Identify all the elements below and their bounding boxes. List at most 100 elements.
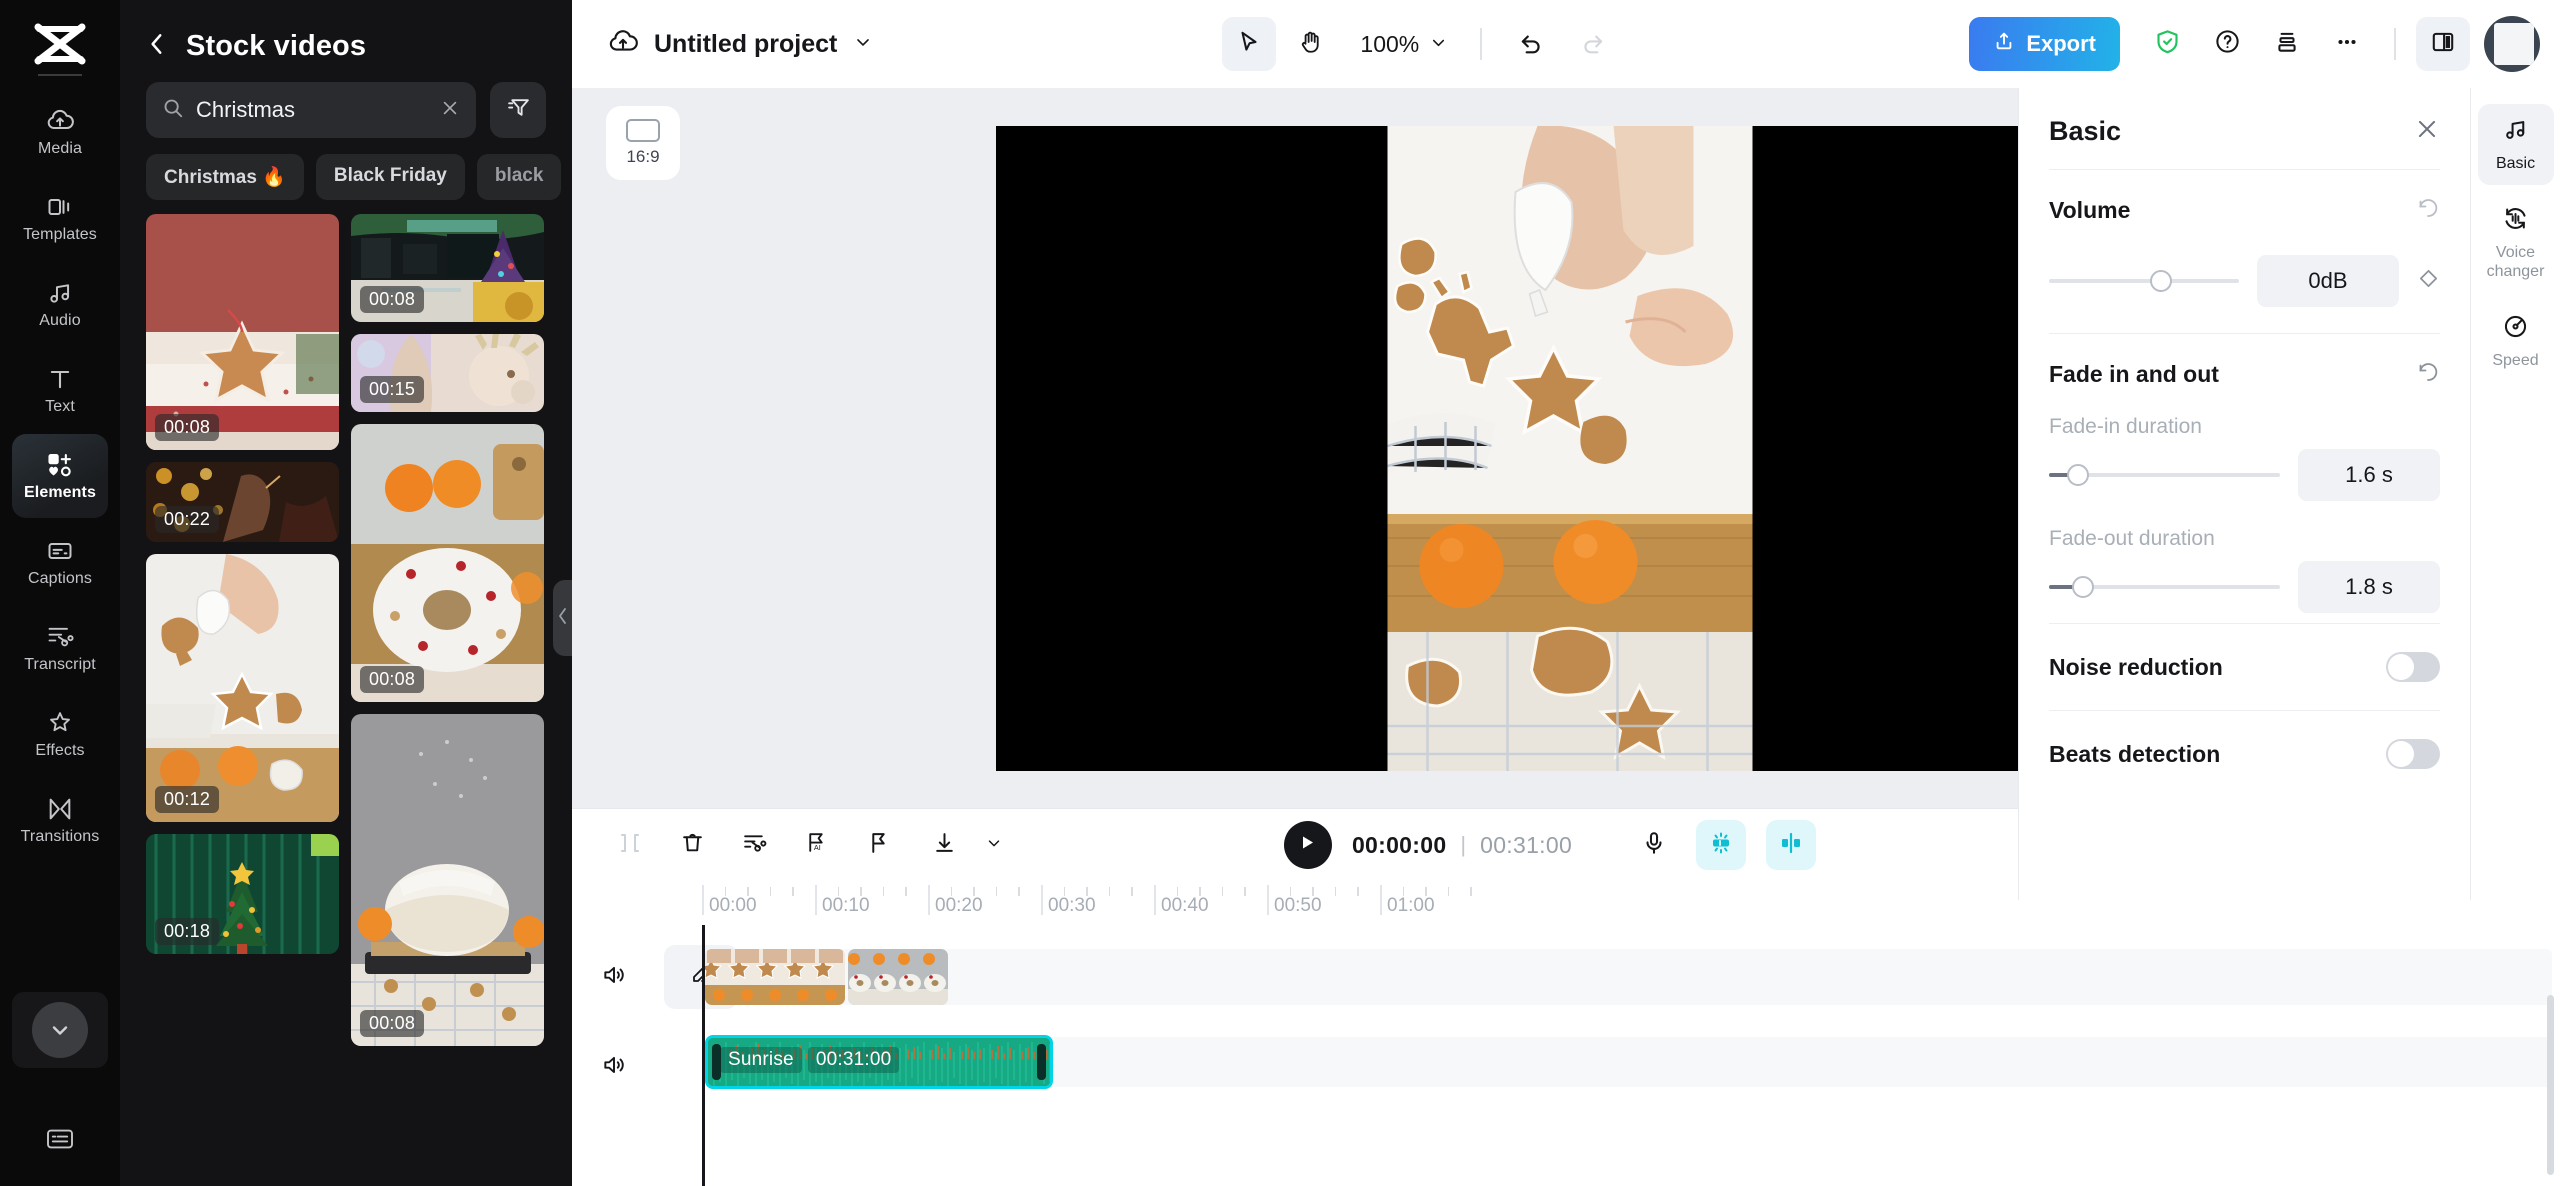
sidebar-item-effects[interactable]: Effects — [12, 692, 108, 776]
noise-reduction-toggle[interactable] — [2386, 652, 2440, 682]
volume-slider[interactable] — [2049, 270, 2239, 292]
sidebar-item-transcript[interactable]: Transcript — [12, 606, 108, 690]
stock-video-item[interactable]: 00:08 — [351, 214, 544, 322]
stock-video-item[interactable]: 00:18 — [146, 834, 339, 954]
timeline-tools: AI — [608, 823, 1016, 867]
timecode-display[interactable]: 00:00:00 | 00:31:00 — [1352, 832, 1572, 859]
aspect-ratio-badge[interactable]: 16:9 — [606, 106, 680, 180]
stock-video-item[interactable]: 00:12 — [146, 554, 339, 822]
track-mute-button[interactable] — [572, 962, 656, 993]
stock-video-item[interactable]: 00:15 — [351, 334, 544, 412]
panel-header: Stock videos — [120, 0, 572, 68]
beats-detection-toggle[interactable] — [2386, 739, 2440, 769]
sidebar-item-audio[interactable]: Audio — [12, 262, 108, 346]
more-options-button[interactable] — [2320, 17, 2374, 71]
chevron-down-icon[interactable] — [853, 32, 873, 57]
ai-marker-button[interactable]: AI — [794, 823, 838, 867]
hand-icon — [1298, 29, 1324, 60]
preview-canvas[interactable] — [996, 125, 2144, 771]
stock-video-item[interactable]: 00:08 — [146, 214, 339, 450]
filter-button[interactable] — [490, 82, 546, 138]
keyboard-shortcuts-button[interactable] — [0, 1127, 120, 1156]
redo-button[interactable] — [1566, 17, 1620, 71]
sidebar-item-transitions[interactable]: Transitions — [12, 778, 108, 862]
tab-speed[interactable]: Speed — [2478, 301, 2554, 382]
audio-clip[interactable]: Sunrise 00:31:00 — [705, 1035, 1053, 1089]
help-button[interactable] — [2200, 17, 2254, 71]
search-tag-chips: Christmas 🔥 Black Friday black — [120, 138, 572, 200]
zoom-level-select[interactable]: 100% — [1346, 31, 1458, 58]
cloud-upload-icon[interactable] — [608, 27, 638, 62]
stock-video-item[interactable]: 00:08 — [351, 714, 544, 1046]
keyframe-diamond-icon[interactable] — [2417, 267, 2440, 295]
back-chevron-icon[interactable] — [146, 31, 168, 62]
fade-in-slider[interactable] — [2049, 464, 2280, 486]
user-avatar[interactable] — [2484, 16, 2540, 72]
fade-out-value[interactable]: 1.8 s — [2298, 561, 2440, 613]
select-tool-button[interactable] — [1222, 17, 1277, 71]
question-circle-icon — [2214, 28, 2241, 60]
playhead[interactable] — [702, 925, 705, 1186]
preview-video-frame — [1387, 125, 1753, 771]
split-view-button[interactable] — [2416, 17, 2470, 71]
volume-value[interactable]: 0dB — [2257, 255, 2399, 307]
chip-christmas[interactable]: Christmas 🔥 — [146, 154, 304, 200]
panel-collapse-handle[interactable] — [553, 580, 572, 656]
timeline-scrollbar[interactable] — [2547, 995, 2554, 1175]
audio-clip-name: Sunrise — [720, 1047, 802, 1073]
stock-video-item[interactable]: 00:08 — [351, 424, 544, 702]
sidebar-item-templates[interactable]: Templates — [12, 176, 108, 260]
reset-circle-icon[interactable] — [2416, 360, 2440, 389]
app-logo-icon[interactable] — [30, 20, 90, 68]
delete-button[interactable] — [670, 823, 714, 867]
sidebar-item-elements[interactable]: Elements — [12, 434, 108, 518]
sidebar-more-button[interactable] — [12, 992, 108, 1068]
export-button[interactable]: Export — [1969, 17, 2120, 71]
fade-out-knob[interactable] — [2072, 576, 2095, 598]
tab-voice-changer[interactable]: Voice changer — [2478, 193, 2554, 293]
hand-tool-button[interactable] — [1284, 17, 1338, 71]
ruler-minor-tick — [837, 887, 840, 896]
marker-button[interactable] — [856, 823, 900, 867]
current-time: 00:00:00 — [1351, 831, 1447, 858]
undo-button[interactable] — [1504, 17, 1558, 71]
fade-out-label: Fade-out duration — [2049, 527, 2215, 550]
track-mute-button[interactable] — [572, 1052, 656, 1083]
chip-black[interactable]: black — [476, 154, 562, 200]
chip-black-friday[interactable]: Black Friday — [315, 154, 465, 200]
sidebar-item-captions[interactable]: Captions — [12, 520, 108, 604]
reset-circle-icon[interactable] — [2416, 196, 2440, 225]
video-clip[interactable] — [705, 949, 845, 1005]
download-options-button[interactable] — [972, 823, 1016, 867]
fade-in-knob[interactable] — [2067, 464, 2090, 486]
filter-icon — [506, 95, 531, 125]
split-clip-button[interactable] — [608, 823, 652, 867]
sidebar-item-media[interactable]: Media — [12, 90, 108, 174]
ruler-minor-tick — [1357, 887, 1359, 896]
download-button[interactable] — [922, 823, 966, 867]
play-button[interactable] — [1283, 821, 1332, 869]
undo-arrow-icon — [1518, 29, 1544, 60]
clip-trim-handle-left[interactable] — [712, 1044, 721, 1080]
microphone-button[interactable] — [1632, 823, 1676, 867]
project-info[interactable]: Untitled project — [608, 27, 873, 62]
stock-video-item[interactable]: 00:22 — [146, 462, 339, 542]
auto-enhance-button[interactable] — [1696, 820, 1747, 870]
video-duration: 00:18 — [155, 918, 220, 945]
video-clip[interactable] — [848, 949, 948, 1005]
properties-body: Volume 0dB Fade in and out Fade-in durat… — [2019, 169, 2470, 797]
close-x-icon[interactable] — [440, 98, 460, 123]
fade-out-slider[interactable] — [2049, 576, 2280, 598]
sidebar-item-text[interactable]: Text — [12, 348, 108, 432]
volume-slider-knob[interactable] — [2149, 270, 2172, 292]
tab-basic[interactable]: Basic — [2477, 104, 2554, 186]
align-center-button[interactable] — [1766, 820, 1817, 870]
cut-by-transcript-button[interactable] — [732, 823, 776, 867]
fade-in-value[interactable]: 1.6 s — [2298, 449, 2440, 501]
close-x-icon[interactable] — [2414, 116, 2440, 147]
clip-trim-handle-right[interactable] — [1037, 1044, 1046, 1080]
search-input[interactable]: Christmas — [146, 82, 476, 138]
layers-button[interactable] — [2260, 17, 2314, 71]
shield-status-button[interactable] — [2140, 17, 2194, 71]
project-title[interactable]: Untitled project — [654, 30, 837, 59]
